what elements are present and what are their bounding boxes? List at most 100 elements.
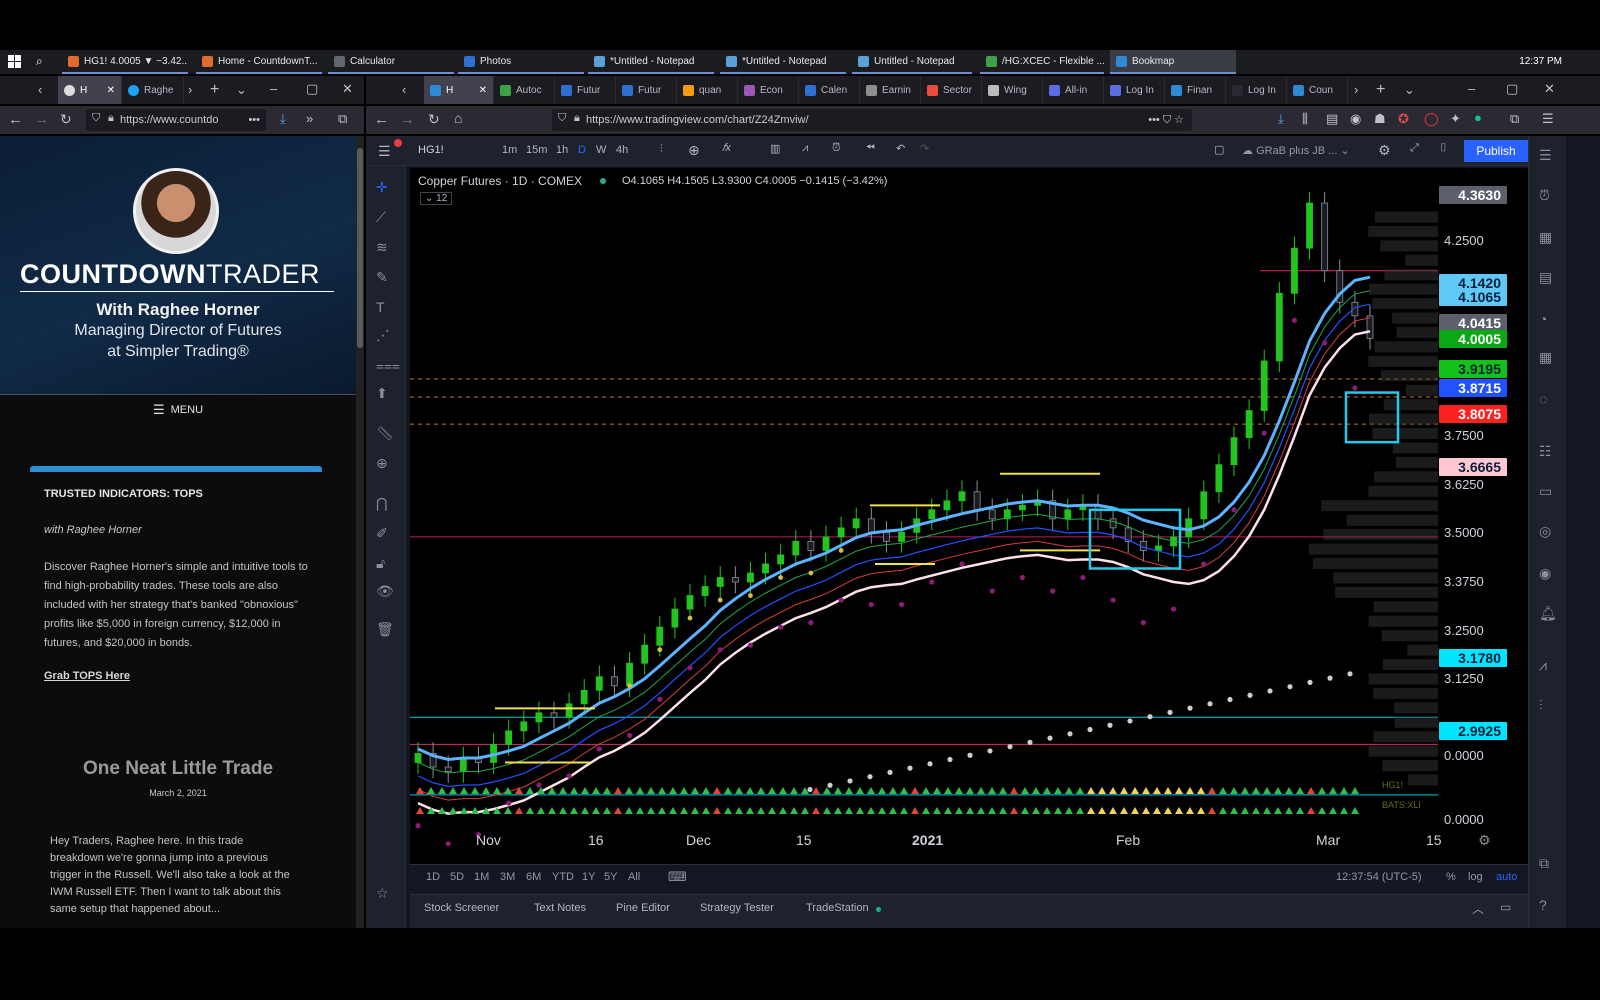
chevron-down-icon[interactable]: ⌄ (1404, 83, 1415, 96)
extensions-icon[interactable]: ⧉ (1510, 112, 1519, 125)
settings-icon[interactable]: ⚙ (1378, 142, 1391, 159)
financials-icon[interactable]: ▥ (770, 142, 780, 155)
taskbar-app-button[interactable]: Calculator (328, 50, 454, 74)
browser-tab[interactable]: Sector (921, 76, 982, 104)
fullscreen-toggle-icon[interactable]: ▢ (1214, 143, 1224, 156)
browser-tab[interactable]: All-in (1043, 76, 1104, 104)
download-icon[interactable]: ⤓ (1278, 112, 1284, 125)
star-icon[interactable]: ☆ (376, 886, 389, 900)
messages-icon[interactable]: ▭ (1539, 484, 1552, 498)
crosshair-icon[interactable]: ✛ (376, 180, 388, 194)
time-axis-settings-icon[interactable]: ⚙ (1478, 832, 1491, 849)
text-icon[interactable]: T (376, 300, 385, 314)
auto-scale-toggle[interactable]: auto (1496, 871, 1517, 883)
maximize-panel-icon[interactable]: ▭ (1500, 900, 1511, 914)
magnet-icon[interactable]: ⋂ (376, 496, 387, 510)
alerts-icon[interactable]: ⏰︎ (1539, 188, 1550, 202)
extension-icon[interactable]: ☗ (1374, 112, 1386, 125)
replay-icon[interactable]: ⏪︎ (866, 142, 875, 155)
candle-style-icon[interactable]: ⫶ (660, 143, 663, 156)
undo-icon[interactable]: ↶ (896, 142, 905, 155)
scrollbar-thumb[interactable] (357, 148, 363, 348)
browser-tab[interactable]: Autoc (494, 76, 555, 104)
browser-tab[interactable]: Wing (982, 76, 1043, 104)
reload-icon[interactable]: ↻ (60, 112, 72, 126)
reload-icon[interactable]: ↻ (428, 112, 440, 126)
site-menu-button[interactable]: ☰ MENU (0, 394, 356, 424)
taskbar-app-button[interactable]: Bookmap (1110, 50, 1236, 74)
left-url-field[interactable]: ⛉ 🔒︎ https://www.countdo ••• (86, 109, 266, 131)
chart-canvas[interactable] (410, 168, 1528, 864)
account-icon[interactable]: ◉ (1350, 112, 1361, 125)
tab-scroll-right-icon[interactable]: › (188, 83, 192, 96)
browser-tab[interactable]: Futur (616, 76, 677, 104)
new-tab-icon[interactable]: + (210, 82, 219, 98)
tab-scroll-left-icon[interactable]: ‹ (38, 83, 42, 96)
trendline-icon[interactable]: ⟋ (376, 210, 386, 224)
ruler-icon[interactable]: 📏︎ (376, 426, 394, 440)
price-chart[interactable] (410, 168, 1528, 864)
bottom-tab[interactable]: Strategy Tester (700, 902, 774, 914)
indicators-toggle[interactable]: ⌄ 12 (420, 192, 453, 205)
back-icon[interactable]: ← (374, 112, 389, 127)
browser-tab[interactable]: quan (677, 76, 738, 104)
browser-tab[interactable]: Coun (1287, 76, 1348, 104)
range-button-1y[interactable]: 1Y (582, 871, 595, 883)
range-button-5d[interactable]: 5D (450, 871, 464, 883)
post-title[interactable]: One Neat Little Trade (0, 758, 356, 780)
tab-scroll-left-icon[interactable]: ‹ (402, 83, 406, 96)
hamburger-icon[interactable]: ☰ (1542, 112, 1554, 125)
overflow-icon[interactable]: » (306, 112, 313, 125)
close-tab-icon[interactable]: ✕ (107, 85, 115, 96)
pencil-lock-icon[interactable]: ✐ (376, 526, 388, 540)
alert-icon[interactable]: ⏰︎ (832, 142, 841, 155)
range-button-3m[interactable]: 3M (500, 871, 515, 883)
grab-tops-link[interactable]: Grab TOPS Here (44, 670, 130, 682)
layers-icon[interactable]: ⧉ (1539, 856, 1549, 870)
grammarly-icon[interactable]: ● (1474, 111, 1482, 124)
back-icon[interactable]: ← (8, 112, 23, 127)
page-actions-icons[interactable]: ••• ⛉ ☆ (1148, 113, 1184, 127)
browser-tab[interactable]: Futur (555, 76, 616, 104)
right-url-field[interactable]: ⛉ 🔒︎ https://www.tradingview.com/chart/Z… (552, 109, 1192, 131)
broadcast-icon[interactable]: ◉ (1539, 566, 1551, 580)
interval-1m[interactable]: 1m (502, 144, 517, 156)
maximize-icon[interactable]: ▢ (1506, 82, 1518, 95)
bottom-tab[interactable]: TradeStation (806, 902, 869, 914)
close-window-icon[interactable]: ✕ (342, 82, 353, 95)
more-icon[interactable]: ••• (248, 114, 260, 126)
watchlist-icon[interactable]: ☰ (1539, 148, 1552, 162)
data-window-icon[interactable]: ▦ (1539, 230, 1552, 244)
eye-icon[interactable]: 👁︎ (376, 584, 394, 598)
range-button-1m[interactable]: 1M (474, 871, 489, 883)
reader-icon[interactable]: ▤ (1326, 112, 1338, 125)
browser-tab[interactable]: Calen (799, 76, 860, 104)
interval-D[interactable]: D (578, 144, 586, 156)
redo-icon[interactable]: ↷ (920, 142, 929, 155)
search-icon[interactable]: ⌕ (36, 55, 43, 67)
site-logo[interactable]: COUNTDOWNTRADER (20, 259, 320, 290)
left-scrollbar[interactable] (356, 136, 364, 928)
chat-icon[interactable]: ☷ (1539, 444, 1552, 458)
fullscreen-icon[interactable]: ⤢ (1410, 142, 1419, 155)
interval-1h[interactable]: 1h (556, 144, 568, 156)
opera-icon[interactable]: ◯ (1424, 112, 1439, 125)
arrow-up-icon[interactable]: ⬆︎ (376, 386, 388, 400)
percent-scale-toggle[interactable]: % (1446, 871, 1456, 883)
calendar-icon[interactable]: ◔ (1539, 312, 1547, 326)
extension-icon[interactable]: ✦ (1450, 112, 1461, 125)
taskbar-app-button[interactable]: *Untitled - Notepad (588, 50, 714, 74)
range-button-all[interactable]: All (628, 871, 640, 883)
browser-tab[interactable]: Log In (1226, 76, 1287, 104)
extension-icon[interactable]: ✪ (1398, 112, 1409, 125)
go-to-date-icon[interactable]: ⌨ (668, 869, 687, 885)
browser-tab[interactable]: Earnin (860, 76, 921, 104)
hotlist-icon[interactable]: ▤ (1539, 270, 1552, 284)
menu-icon[interactable]: ☰ (378, 143, 391, 160)
camera-icon[interactable]: ⌷ (1440, 142, 1447, 155)
browser-tab[interactable]: Finan (1165, 76, 1226, 104)
interval-15m[interactable]: 15m (526, 144, 547, 156)
streams-icon[interactable]: ◎ (1539, 524, 1551, 538)
left-tab-raghee[interactable]: Raghe (122, 76, 184, 104)
range-button-1d[interactable]: 1D (426, 871, 440, 883)
